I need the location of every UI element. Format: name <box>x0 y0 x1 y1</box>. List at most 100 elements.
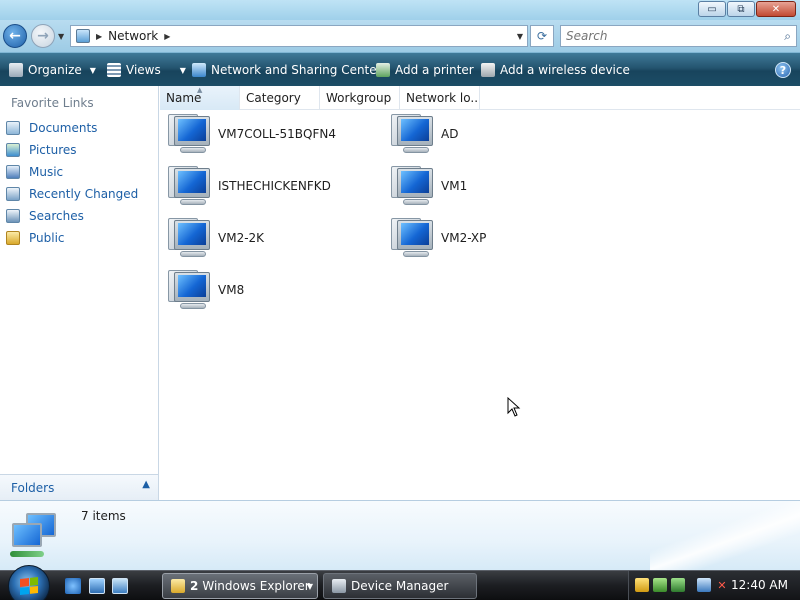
favorite-links-header: Favorite Links <box>11 96 94 110</box>
refresh-button[interactable]: ⟳ <box>530 25 554 47</box>
folders-label: Folders <box>11 481 55 495</box>
search-input[interactable] <box>566 27 776 45</box>
nav-link-label: Recently Changed <box>29 187 139 201</box>
column-header-workgroup[interactable]: Workgroup <box>320 86 400 110</box>
internet-explorer-icon[interactable] <box>65 578 81 594</box>
maximize-button[interactable]: ⧉ <box>727 1 755 17</box>
computer-icon <box>166 268 214 312</box>
mouse-cursor-icon <box>507 397 521 417</box>
sort-ascending-icon: ▲ <box>197 86 203 94</box>
network-sharing-icon <box>192 63 206 77</box>
decorative-swoosh <box>650 501 800 570</box>
column-header-network-location[interactable]: Network lo... <box>400 86 480 110</box>
organize-label: Organize <box>28 63 82 77</box>
address-bar[interactable]: ▶ Network ▶ ▼ <box>70 25 528 47</box>
nav-link-searches[interactable]: Searches <box>6 207 84 225</box>
breadcrumb-separator-icon[interactable]: ▶ <box>96 32 102 41</box>
documents-icon <box>6 121 20 135</box>
organize-icon <box>9 63 23 77</box>
volume-muted-icon[interactable]: ✕ <box>715 578 729 592</box>
search-box[interactable]: ⌕ <box>560 25 797 47</box>
wireless-device-icon <box>481 63 495 77</box>
windows-update-icon[interactable] <box>671 578 685 592</box>
taskbar-button-label: Windows Explorer <box>202 579 310 593</box>
computer-name: AD <box>441 127 459 141</box>
close-button[interactable]: ✕ <box>756 1 796 17</box>
network-computer-item[interactable]: VM7COLL-51BQFN4 <box>166 110 376 158</box>
taskbar-button-device-manager[interactable]: Device Manager <box>323 573 477 599</box>
windows-logo-icon <box>20 577 38 595</box>
sidebar-icon[interactable] <box>653 578 667 592</box>
add-printer-label: Add a printer <box>395 63 474 77</box>
network-computer-item[interactable]: VM8 <box>166 266 376 314</box>
views-button[interactable]: Views ▼ <box>107 62 186 78</box>
add-wireless-device-button[interactable]: Add a wireless device <box>481 62 630 78</box>
item-count: 7 items <box>81 509 126 523</box>
network-icon <box>6 509 70 565</box>
nav-link-public[interactable]: Public <box>6 229 65 247</box>
computer-name: VM1 <box>441 179 468 193</box>
network-computer-item[interactable]: VM2-2K <box>166 214 376 262</box>
column-headers: Name Category Workgroup Network lo... <box>160 86 800 110</box>
window-group-count: 2 <box>190 579 199 593</box>
organize-button[interactable]: Organize ▼ <box>9 62 96 78</box>
show-desktop-icon[interactable] <box>89 578 105 594</box>
taskbar-button-windows-explorer[interactable]: 2 Windows Explorer ▼ <box>162 573 318 599</box>
chevron-up-icon: ▲ <box>142 479 150 490</box>
recent-pages-dropdown[interactable]: ▼ <box>58 32 64 41</box>
computer-name: ISTHECHICKENFKD <box>218 179 331 193</box>
folders-toggle[interactable]: Folders ▲ <box>0 474 158 500</box>
computer-icon <box>166 112 214 156</box>
network-sharing-center-button[interactable]: Network and Sharing Center <box>192 62 382 78</box>
computer-icon <box>166 164 214 208</box>
content-pane: Name Category Workgroup Network lo... ▲ … <box>160 86 800 500</box>
nav-link-documents[interactable]: Documents <box>6 119 97 137</box>
back-button[interactable]: ← <box>3 24 27 48</box>
search-icon[interactable]: ⌕ <box>784 29 791 44</box>
public-folder-icon <box>6 231 20 245</box>
column-header-category[interactable]: Category <box>240 86 320 110</box>
nav-link-music[interactable]: Music <box>6 163 63 181</box>
security-shield-icon[interactable] <box>635 578 649 592</box>
address-dropdown-icon[interactable]: ▼ <box>517 32 523 41</box>
folder-icon <box>171 579 185 593</box>
computer-icon <box>389 112 437 156</box>
nav-link-pictures[interactable]: Pictures <box>6 141 77 159</box>
taskbar: 2 Windows Explorer ▼ Device Manager ✕ 12… <box>0 565 800 600</box>
network-computer-item[interactable]: VM2-XP <box>389 214 599 262</box>
network-sharing-label: Network and Sharing Center <box>211 63 382 77</box>
details-pane: 7 items <box>0 500 800 570</box>
forward-button[interactable]: → <box>31 24 55 48</box>
breadcrumb-separator-icon[interactable]: ▶ <box>164 32 170 41</box>
nav-link-label: Searches <box>29 209 84 223</box>
help-icon[interactable]: ? <box>775 62 791 78</box>
device-manager-icon <box>332 579 346 593</box>
nav-link-recently-changed[interactable]: Recently Changed <box>6 185 138 203</box>
computer-name: VM7COLL-51BQFN4 <box>218 127 336 141</box>
network-status-icon[interactable] <box>697 578 711 592</box>
pictures-icon <box>6 143 20 157</box>
computer-name: VM2-XP <box>441 231 487 245</box>
add-printer-button[interactable]: Add a printer <box>376 62 474 78</box>
chevron-down-icon: ▼ <box>179 65 186 75</box>
searches-icon <box>6 209 20 223</box>
switch-windows-icon[interactable] <box>112 578 128 594</box>
network-computer-item[interactable]: AD <box>389 110 599 158</box>
start-button[interactable] <box>8 565 50 600</box>
chevron-down-icon: ▼ <box>306 581 313 591</box>
views-icon <box>107 63 121 77</box>
network-computer-item[interactable]: ISTHECHICKENFKD <box>166 162 376 210</box>
printer-icon <box>376 63 390 77</box>
views-label: Views <box>126 63 161 77</box>
forward-arrow-icon: → <box>37 28 49 44</box>
title-bar: ▭ ⧉ ✕ <box>0 0 800 20</box>
breadcrumb-network[interactable]: Network <box>108 29 158 43</box>
address-row: ← → ▼ ▶ Network ▶ ▼ ⟳ ⌕ <box>0 20 800 52</box>
clock[interactable]: 12:40 AM <box>731 578 788 592</box>
computer-name: VM8 <box>218 283 245 297</box>
network-computer-item[interactable]: VM1 <box>389 162 599 210</box>
chevron-down-icon: ▼ <box>89 65 96 75</box>
add-wireless-device-label: Add a wireless device <box>500 63 630 77</box>
minimize-button[interactable]: ▭ <box>698 1 726 17</box>
nav-link-label: Documents <box>29 121 98 135</box>
